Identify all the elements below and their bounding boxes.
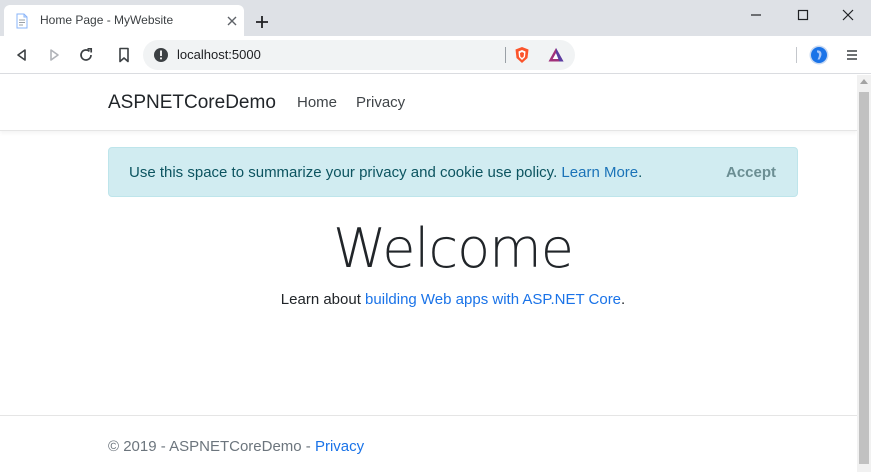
cookie-consent-text: Use this space to summarize your privacy… (129, 164, 642, 181)
toolbar-divider (796, 47, 797, 63)
cookie-consent-period: . (638, 164, 643, 181)
browser-toolbar: localhost:5000 (0, 36, 871, 74)
learn-more-link[interactable]: Learn More (561, 164, 638, 181)
tab-strip: Home Page - MyWebsite (0, 0, 871, 36)
page-favicon-icon (14, 13, 30, 29)
maximize-icon[interactable] (780, 0, 826, 30)
forward-icon[interactable] (44, 45, 64, 65)
cookie-consent-message: Use this space to summarize your privacy… (129, 164, 558, 181)
back-icon[interactable] (12, 45, 32, 65)
omnibox-divider (505, 47, 506, 63)
page-title: Welcome (332, 217, 574, 280)
address-bar[interactable]: localhost:5000 (143, 40, 575, 70)
brave-shield-icon[interactable] (513, 46, 531, 64)
reload-icon[interactable] (76, 45, 96, 65)
site-navbar: ASPNETCoreDemo Home Privacy (0, 75, 857, 131)
aspnet-docs-link[interactable]: building Web apps with ASP.NET Core (365, 291, 621, 308)
info-icon[interactable] (153, 47, 169, 63)
browser-tab[interactable]: Home Page - MyWebsite (4, 5, 244, 36)
nav-link-home[interactable]: Home (297, 94, 337, 111)
learn-about-prefix: Learn about (280, 291, 361, 308)
close-icon[interactable] (224, 13, 240, 29)
profile-icon[interactable] (809, 45, 829, 65)
window-close-icon[interactable] (825, 0, 871, 30)
footer-copyright: © 2019 - ASPNETCoreDemo - (108, 438, 311, 455)
accept-button[interactable]: Accept (726, 164, 776, 181)
page-viewport: ASPNETCoreDemo Home Privacy Use this spa… (0, 75, 857, 472)
bookmark-icon[interactable] (114, 45, 134, 65)
url-text[interactable]: localhost:5000 (177, 47, 261, 62)
brave-rewards-icon[interactable] (547, 46, 565, 64)
cookie-consent-alert: Use this space to summarize your privacy… (108, 147, 798, 197)
learn-about-text: Learn about building Web apps with ASP.N… (0, 291, 857, 308)
learn-about-suffix: . (621, 291, 626, 308)
nav-link-privacy[interactable]: Privacy (356, 94, 405, 111)
scrollbar-thumb[interactable] (859, 92, 869, 464)
vertical-scrollbar[interactable] (857, 75, 871, 472)
navbar-brand[interactable]: ASPNETCoreDemo (108, 92, 276, 114)
scroll-up-arrow-icon[interactable] (860, 79, 868, 84)
tab-title: Home Page - MyWebsite (40, 13, 174, 27)
minimize-icon[interactable] (733, 0, 779, 30)
site-footer: © 2019 - ASPNETCoreDemo - Privacy (108, 438, 364, 455)
footer-divider (0, 415, 857, 416)
plus-icon[interactable] (252, 12, 272, 32)
menu-icon[interactable] (842, 45, 862, 65)
footer-privacy-link[interactable]: Privacy (315, 438, 364, 455)
